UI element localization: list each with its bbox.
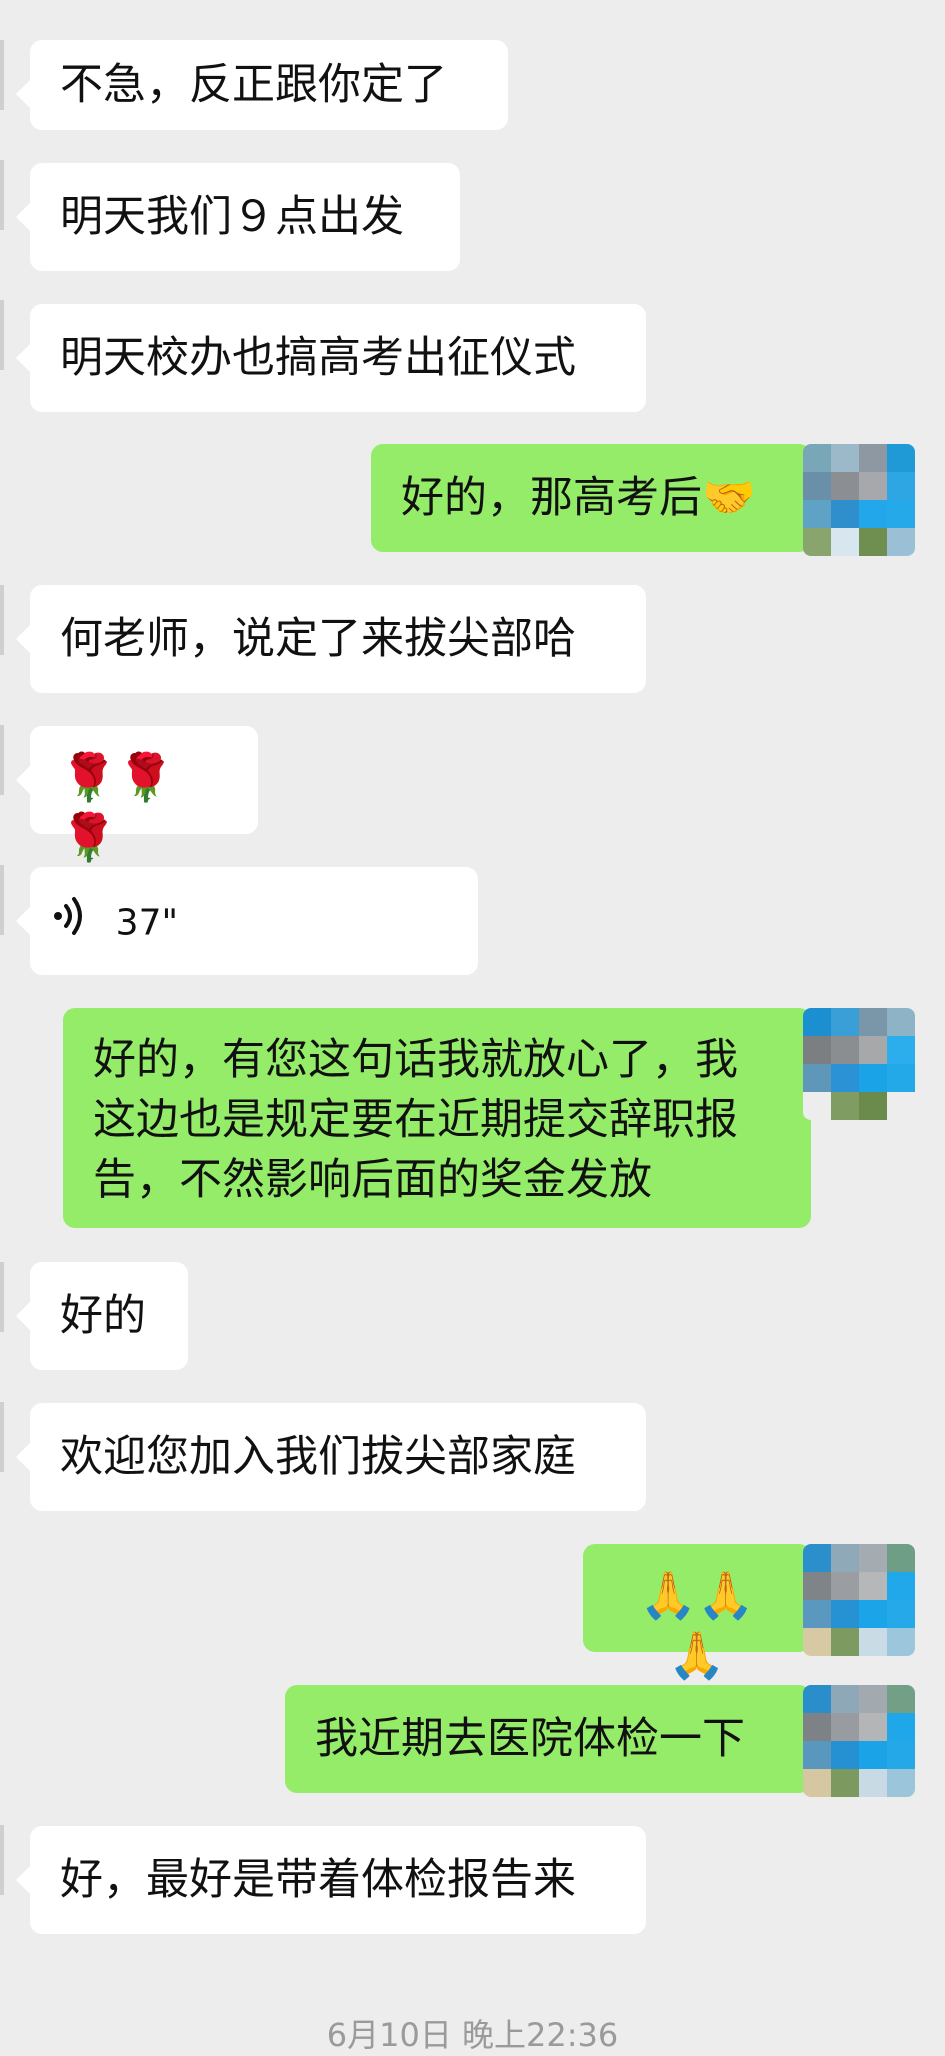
avatar[interactable] xyxy=(803,1544,915,1656)
message-bubble[interactable]: 明天校办也搞高考出征仪式 xyxy=(16,304,646,412)
message-text: 明天校办也搞高考出征仪式 xyxy=(60,333,576,383)
edge-marker xyxy=(0,40,4,110)
message-text: 🌹🌹🌹 xyxy=(60,750,175,864)
message-text: 不急，反正跟你定了 xyxy=(60,60,447,110)
edge-marker xyxy=(0,865,4,935)
edge-marker xyxy=(0,1402,4,1472)
message-line: 这边也是规定要在近期提交辞职报 xyxy=(93,1095,738,1145)
top-bar xyxy=(0,0,945,40)
message-bubble[interactable]: 🌹🌹🌹 xyxy=(16,726,258,864)
message-bubble[interactable]: 我近期去医院体检一下 xyxy=(285,1685,825,1793)
avatar[interactable] xyxy=(803,1685,915,1797)
message-text: 欢迎您加入我们拔尖部家庭 xyxy=(60,1432,576,1482)
avatar[interactable] xyxy=(803,444,915,556)
edge-marker xyxy=(0,160,4,230)
message-text: 何老师，说定了来拔尖部哈 xyxy=(60,614,576,664)
message-bubble[interactable]: 不急，反正跟你定了 xyxy=(16,40,508,130)
message-bubble[interactable]: 🙏🙏🙏 xyxy=(583,1544,825,1682)
message-text: 好，最好是带着体检报告来 xyxy=(60,1855,576,1905)
edge-marker xyxy=(0,1262,4,1332)
message-bubble[interactable]: 好的，那高考后🤝 xyxy=(371,444,825,552)
message-text: 我近期去医院体检一下 xyxy=(315,1714,745,1764)
edge-marker xyxy=(0,725,4,795)
voice-duration: 37" xyxy=(115,902,179,944)
message-bubble[interactable]: 好的 xyxy=(16,1262,188,1370)
message-line: 好的，有您这句话我就放心了，我 xyxy=(93,1035,738,1085)
message-bubble[interactable]: 欢迎您加入我们拔尖部家庭 xyxy=(16,1403,646,1511)
message-text: 好的 xyxy=(60,1291,146,1341)
message-bubble[interactable]: 好，最好是带着体检报告来 xyxy=(16,1826,646,1934)
avatar[interactable] xyxy=(803,1008,915,1120)
message-text: 明天我们９点出发 xyxy=(60,192,404,242)
edge-marker xyxy=(0,585,4,655)
edge-marker xyxy=(0,1825,4,1895)
message-bubble[interactable]: 明天我们９点出发 xyxy=(16,163,460,271)
message-bubble[interactable]: 何老师，说定了来拔尖部哈 xyxy=(16,585,646,693)
voice-wave-icon xyxy=(52,894,88,953)
timestamp: 6月10日 晚上22:36 xyxy=(326,2016,619,2054)
voice-message[interactable]: 37" xyxy=(16,867,478,975)
message-line: 告，不然影响后面的奖金发放 xyxy=(93,1155,652,1205)
edge-marker xyxy=(0,300,4,370)
message-text: 🙏🙏🙏 xyxy=(639,1568,755,1682)
message-text: 好的，那高考后🤝 xyxy=(401,473,756,523)
message-bubble[interactable]: 好的，有您这句话我就放心了，我 这边也是规定要在近期提交辞职报 告，不然影响后面… xyxy=(63,1008,825,1228)
